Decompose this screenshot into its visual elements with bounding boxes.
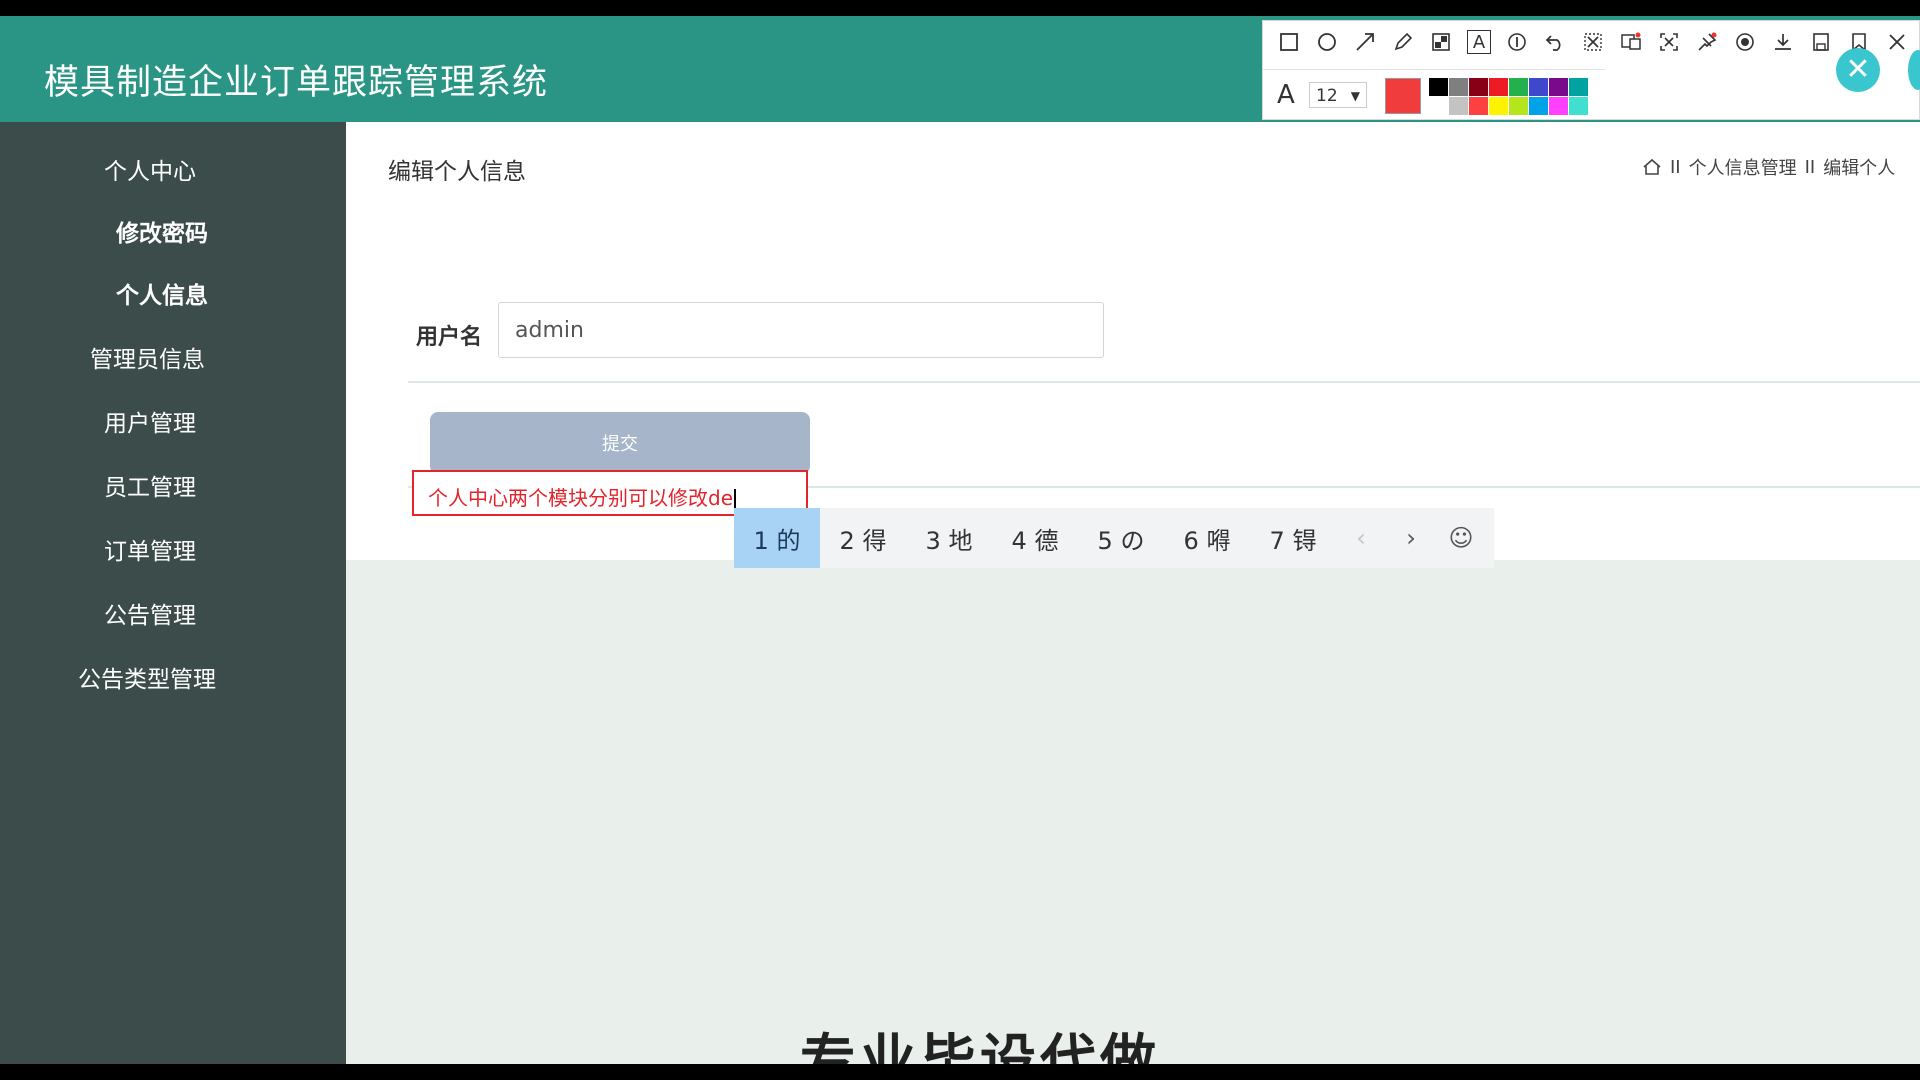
ime-candidate[interactable]: 4 德 <box>992 508 1078 568</box>
breadcrumb-item: 编辑个人 <box>1823 158 1896 179</box>
color-swatch[interactable] <box>1469 78 1488 96</box>
sidebar-item-user-management[interactable]: 用户管理 <box>104 404 196 438</box>
save-icon[interactable] <box>1809 30 1833 54</box>
ime-candidate[interactable]: 3 地 <box>906 508 992 568</box>
color-swatch[interactable] <box>1489 97 1508 115</box>
color-swatch[interactable] <box>1449 78 1468 96</box>
number-marker-icon[interactable] <box>1505 30 1529 54</box>
sidebar-item-label: 个人信息 <box>116 283 208 309</box>
ime-emoji-icon[interactable]: ☺ <box>1436 524 1486 552</box>
ime-candidate-bar: 1 的 2 得 3 地 4 德 5 の 6 嘚 7 锝 ‹ › ☺ <box>734 508 1494 568</box>
sidebar-item-personal-info[interactable]: 个人信息 <box>116 276 208 310</box>
sidebar-item-label: 修改密码 <box>116 221 208 247</box>
page-title: 编辑个人信息 <box>388 159 526 185</box>
sidebar-item-change-password[interactable]: 修改密码 <box>116 214 208 248</box>
color-swatch[interactable] <box>1529 97 1548 115</box>
close-icon[interactable] <box>1885 30 1909 54</box>
video-frame: 模具制造企业订单跟踪管理系统 个人中心 修改密码 个人信息 管理员信息 用户管理… <box>0 0 1920 1080</box>
rectangle-icon[interactable] <box>1277 30 1301 54</box>
font-size-select[interactable]: 12 ▼ <box>1309 82 1367 108</box>
color-swatch[interactable] <box>1569 97 1588 115</box>
ime-candidate[interactable]: 5 の <box>1078 508 1164 568</box>
sidebar-item-label: 员工管理 <box>104 475 196 501</box>
undo-icon[interactable] <box>1543 30 1567 54</box>
ime-candidate[interactable]: 6 嘚 <box>1164 508 1250 568</box>
chevron-down-icon: ▼ <box>1350 89 1360 103</box>
color-swatch[interactable] <box>1489 78 1508 96</box>
color-palette <box>1429 78 1588 115</box>
pen-icon[interactable] <box>1391 30 1415 54</box>
pin-icon[interactable] <box>1695 30 1719 54</box>
ocr-icon[interactable] <box>1657 30 1681 54</box>
sidebar-item-label: 公告管理 <box>104 603 196 629</box>
username-input[interactable] <box>498 302 1104 358</box>
sidebar-item-label: 个人中心 <box>104 159 196 185</box>
download-icon[interactable] <box>1771 30 1795 54</box>
sidebar-item-order-management[interactable]: 订单管理 <box>104 532 196 566</box>
sidebar: 个人中心 修改密码 个人信息 管理员信息 用户管理 员工管理 订单管理 公告管理… <box>0 122 346 1064</box>
color-swatch[interactable] <box>1509 97 1528 115</box>
toolbar-tools-row: A <box>1263 21 1920 65</box>
ime-candidate[interactable]: 7 锝 <box>1250 508 1336 568</box>
font-size-value: 12 <box>1316 86 1338 106</box>
color-swatch[interactable] <box>1449 97 1468 115</box>
color-swatch[interactable] <box>1429 97 1448 115</box>
translate-icon[interactable] <box>1619 30 1643 54</box>
ellipse-icon[interactable] <box>1315 30 1339 54</box>
color-swatch[interactable] <box>1549 97 1568 115</box>
username-label: 用户名 <box>416 325 483 350</box>
color-swatch[interactable] <box>1429 78 1448 96</box>
submit-button[interactable]: 提交 <box>430 412 810 474</box>
sidebar-item-label: 公告类型管理 <box>78 667 216 693</box>
scissors-icon[interactable] <box>1581 30 1605 54</box>
record-icon[interactable] <box>1733 30 1757 54</box>
watermark-text: 专业毕设代做 <box>800 1029 1160 1064</box>
breadcrumb-item[interactable]: 个人信息管理 <box>1689 154 1797 180</box>
ime-candidate[interactable]: 1 的 <box>734 508 820 568</box>
breadcrumb-separator: II <box>1804 156 1816 178</box>
color-swatch[interactable] <box>1529 78 1548 96</box>
ime-next-page-icon[interactable]: › <box>1386 524 1436 552</box>
arrow-icon[interactable] <box>1353 30 1377 54</box>
sidebar-item-label: 管理员信息 <box>90 347 205 373</box>
sidebar-item-notice-type-management[interactable]: 公告类型管理 <box>78 660 216 694</box>
sidebar-item-notice-management[interactable]: 公告管理 <box>104 596 196 630</box>
sidebar-item-employee-management[interactable]: 员工管理 <box>104 468 196 502</box>
font-size-icon: A <box>1277 80 1295 110</box>
color-swatch[interactable] <box>1569 78 1588 96</box>
annotation-text: 个人中心两个模块分别可以修改de <box>428 482 736 511</box>
mosaic-icon[interactable] <box>1429 30 1453 54</box>
breadcrumb-separator: II <box>1670 156 1681 178</box>
ime-prev-page-icon[interactable]: ‹ <box>1336 524 1386 552</box>
color-swatch[interactable] <box>1509 78 1528 96</box>
current-color-swatch[interactable] <box>1385 78 1421 114</box>
home-icon[interactable] <box>1642 157 1662 177</box>
sidebar-item-personal-center[interactable]: 个人中心 <box>104 152 196 186</box>
breadcrumb: II 个人信息管理 II 编辑个人 <box>1642 154 1895 180</box>
ime-candidate[interactable]: 2 得 <box>820 508 906 568</box>
color-swatch[interactable] <box>1549 78 1568 96</box>
floating-close-icon[interactable]: ✕ <box>1836 48 1880 92</box>
annotation-text-content: 个人中心两个模块分别可以修改de <box>428 486 733 510</box>
annotation-toolbar: A A 12 ▼ <box>1262 20 1920 120</box>
app-title: 模具制造企业订单跟踪管理系统 <box>44 63 549 103</box>
color-swatch[interactable] <box>1469 97 1488 115</box>
sidebar-item-label: 订单管理 <box>104 539 196 565</box>
sidebar-item-admin-info[interactable]: 管理员信息 <box>90 340 205 374</box>
toolbar-style-row: A 12 ▼ <box>1263 69 1605 120</box>
sidebar-item-label: 用户管理 <box>104 411 196 437</box>
text-tool-icon[interactable]: A <box>1467 30 1491 54</box>
divider <box>408 381 1920 383</box>
